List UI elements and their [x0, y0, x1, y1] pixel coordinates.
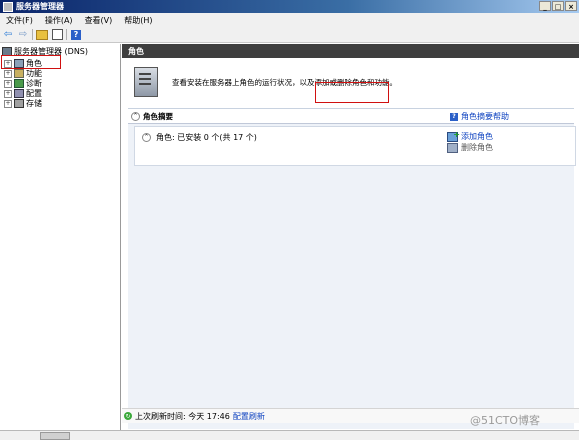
highlight-box-add-roles [315, 82, 389, 103]
last-refresh-text: 上次刷新时间: 今天 17:46 [135, 411, 230, 421]
menu-bar: 文件(F) 操作(A) 查看(V) 帮助(H) [0, 13, 579, 28]
server-roles-icon [134, 67, 158, 97]
navigation-tree: 服务器管理器 (DNS) + 角色 + 功能 + 诊断 + 配置 + 存储 [0, 44, 121, 430]
configure-refresh-link[interactable]: 配置刷新 [233, 411, 265, 422]
toolbar: ⇦ ⇨ ? [0, 27, 579, 43]
maximize-button[interactable]: □ [552, 1, 564, 11]
collapse-icon[interactable]: ^ [142, 133, 151, 142]
roles-summary-section: ^ 角色摘要 ? 角色摘要帮助 ^ 角色: 已安装 0 个(共 17 个) 添加… [128, 108, 576, 429]
window-title: 服务器管理器 [16, 2, 64, 11]
close-button[interactable]: × [565, 1, 577, 11]
folder-button[interactable] [36, 29, 48, 41]
remove-roles-icon [447, 142, 458, 153]
highlight-box-roles [1, 55, 61, 69]
server-manager-icon [3, 1, 13, 12]
section-title: 角色摘要 [143, 111, 173, 121]
menu-help[interactable]: 帮助(H) [118, 15, 158, 26]
help-icon: ? [450, 112, 458, 121]
grid-view-button[interactable] [51, 29, 63, 41]
tree-item-storage[interactable]: + 存储 [4, 98, 42, 109]
minimize-button[interactable]: _ [539, 1, 551, 11]
toolbar-separator [32, 29, 33, 40]
page-title: 角色 [122, 44, 579, 58]
help-icon: ? [71, 29, 81, 40]
expand-icon[interactable]: + [4, 99, 12, 108]
back-arrow-icon[interactable]: ⇦ [2, 29, 14, 41]
title-bar: 服务器管理器 _ □ × [0, 0, 579, 13]
add-roles-icon [447, 130, 460, 142]
help-link-label: 角色摘要帮助 [461, 112, 509, 121]
folder-icon [36, 29, 48, 40]
menu-file[interactable]: 文件(F) [0, 15, 39, 26]
window-controls: _ □ × [539, 1, 577, 11]
collapse-icon[interactable]: ^ [131, 111, 140, 121]
diagnostics-icon [14, 79, 24, 88]
roles-status-box: ^ 角色: 已安装 0 个(共 17 个) 添加角色 删除角色 [134, 126, 576, 166]
menu-view[interactable]: 查看(V) [79, 15, 119, 26]
help-button[interactable]: ? [70, 29, 82, 41]
menu-action[interactable]: 操作(A) [39, 15, 79, 26]
add-roles-link[interactable]: 添加角色 [447, 130, 493, 142]
expand-icon[interactable]: + [4, 79, 12, 88]
remove-roles-link[interactable]: 删除角色 [447, 142, 493, 153]
expand-icon[interactable]: + [4, 69, 12, 78]
expand-icon[interactable]: + [4, 89, 12, 98]
roles-summary-help-link[interactable]: ? 角色摘要帮助 [450, 111, 509, 122]
refresh-icon: ↻ [124, 412, 132, 420]
roles-status[interactable]: ^ 角色: 已安装 0 个(共 17 个) [139, 132, 257, 143]
add-roles-label: 添加角色 [461, 132, 493, 141]
features-icon [14, 69, 24, 78]
remove-roles-label: 删除角色 [461, 143, 493, 152]
section-header[interactable]: ^ 角色摘要 ? 角色摘要帮助 [128, 109, 574, 124]
forward-arrow-icon[interactable]: ⇨ [17, 29, 29, 41]
configuration-icon [14, 89, 24, 98]
storage-icon [14, 99, 24, 108]
roles-status-text: 角色: 已安装 0 个(共 17 个) [156, 133, 257, 142]
toolbar-separator [66, 29, 67, 40]
watermark: @51CTO博客 [470, 414, 541, 427]
grid-view-icon [51, 29, 63, 40]
tree-item-label: 存储 [26, 99, 42, 108]
